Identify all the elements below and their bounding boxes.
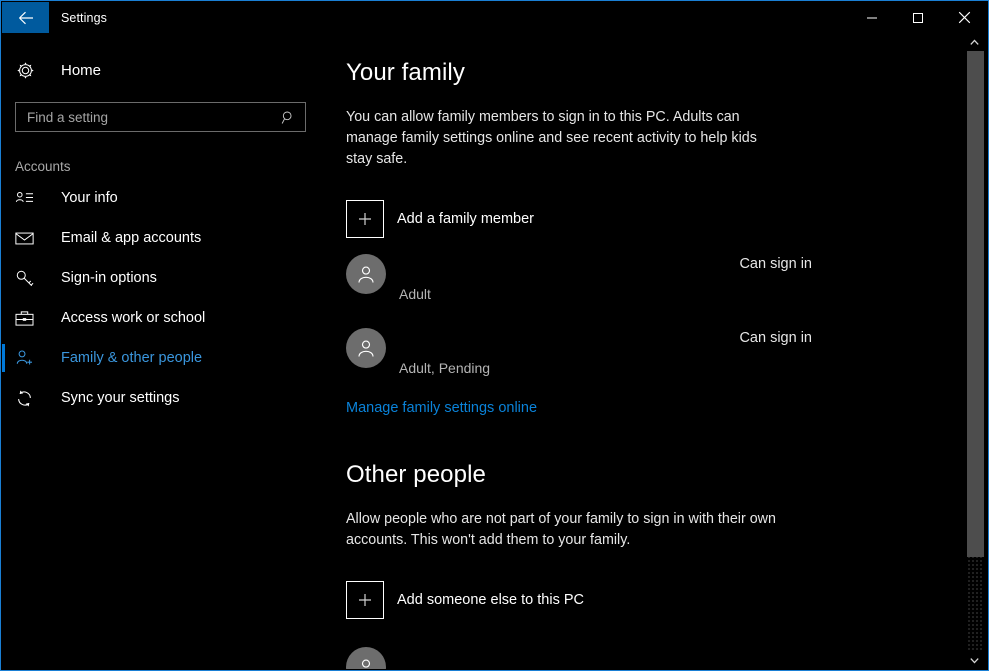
person-avatar-icon [346, 328, 386, 368]
sidebar-item-label: Family & other people [61, 350, 203, 366]
search-input[interactable] [16, 109, 277, 125]
add-someone-else-label: Add someone else to this PC [397, 592, 584, 608]
scrollbar-thumb[interactable] [967, 51, 984, 557]
close-button[interactable] [941, 2, 987, 33]
minimize-icon [867, 17, 877, 18]
family-member-row[interactable]: Adult, Pending Can sign in [346, 322, 962, 386]
search-icon [277, 110, 305, 125]
scrollbar-down-button[interactable] [962, 651, 987, 669]
other-people-title: Other people [346, 461, 486, 488]
plus-icon [346, 581, 384, 619]
title-bar: Settings [2, 2, 987, 33]
settings-window: Settings Home Find a setting Accounts Yo… [0, 0, 989, 671]
sidebar: Home Accounts Your info [2, 33, 322, 669]
family-member-role: Adult [399, 286, 431, 302]
person-add-icon [15, 349, 39, 367]
sync-icon [15, 389, 39, 408]
back-arrow-icon [18, 11, 33, 24]
chevron-up-icon [970, 38, 979, 45]
plus-icon [346, 200, 384, 238]
sidebar-item-your-info[interactable]: Your info [2, 178, 322, 218]
sidebar-item-label: Access work or school [61, 310, 206, 326]
sidebar-item-sync-your-settings[interactable]: Sync your settings [2, 378, 322, 418]
key-icon [15, 269, 39, 288]
manage-family-settings-link[interactable]: Manage family settings online [346, 400, 537, 416]
search-box[interactable] [15, 102, 306, 132]
other-person-row[interactable] [346, 641, 962, 669]
page-title: Your family [346, 59, 465, 86]
sidebar-item-family-other-people[interactable]: Family & other people [2, 338, 322, 378]
vertical-scrollbar[interactable] [962, 33, 987, 669]
family-member-status: Can sign in [739, 330, 812, 346]
minimize-button[interactable] [849, 2, 895, 33]
sidebar-item-sign-in-options[interactable]: Sign-in options [2, 258, 322, 298]
titlebar-spacer [107, 2, 849, 33]
family-member-row[interactable]: Adult Can sign in [346, 248, 962, 312]
add-family-member-button[interactable]: Add a family member [346, 200, 962, 238]
briefcase-icon [15, 310, 39, 327]
maximize-button[interactable] [895, 2, 941, 33]
person-card-icon [15, 190, 39, 207]
back-button[interactable] [2, 2, 49, 33]
scrollbar-up-button[interactable] [962, 33, 987, 51]
window-title: Settings [61, 10, 107, 25]
sidebar-item-label: Email & app accounts [61, 230, 202, 246]
envelope-icon [15, 231, 39, 246]
add-family-member-label: Add a family member [397, 211, 534, 227]
sidebar-item-label: Sync your settings [61, 390, 180, 406]
maximize-icon [913, 12, 923, 23]
sidebar-home-label: Home [61, 61, 102, 79]
gear-icon [16, 61, 42, 80]
family-description: You can allow family members to sign in … [346, 109, 757, 167]
other-people-section: Other people Allow people who are not pa… [346, 461, 962, 669]
sidebar-item-home[interactable]: Home [2, 51, 322, 89]
family-member-role: Adult, Pending [399, 360, 491, 376]
family-member-status: Can sign in [739, 256, 812, 272]
main-content: Your family You can allow family members… [322, 33, 962, 669]
person-avatar-icon [346, 647, 386, 669]
person-avatar-icon [346, 254, 386, 294]
add-someone-else-button[interactable]: Add someone else to this PC [346, 581, 962, 619]
sidebar-item-access-work-or-school[interactable]: Access work or school [2, 298, 322, 338]
sidebar-item-label: Your info [61, 190, 118, 206]
chevron-down-icon [970, 657, 979, 664]
sidebar-item-email-app-accounts[interactable]: Email & app accounts [2, 218, 322, 258]
close-icon [958, 11, 970, 24]
sidebar-item-label: Sign-in options [61, 270, 157, 286]
other-people-description: Allow people who are not part of your fa… [346, 511, 776, 548]
sidebar-group-label: Accounts [15, 159, 71, 174]
